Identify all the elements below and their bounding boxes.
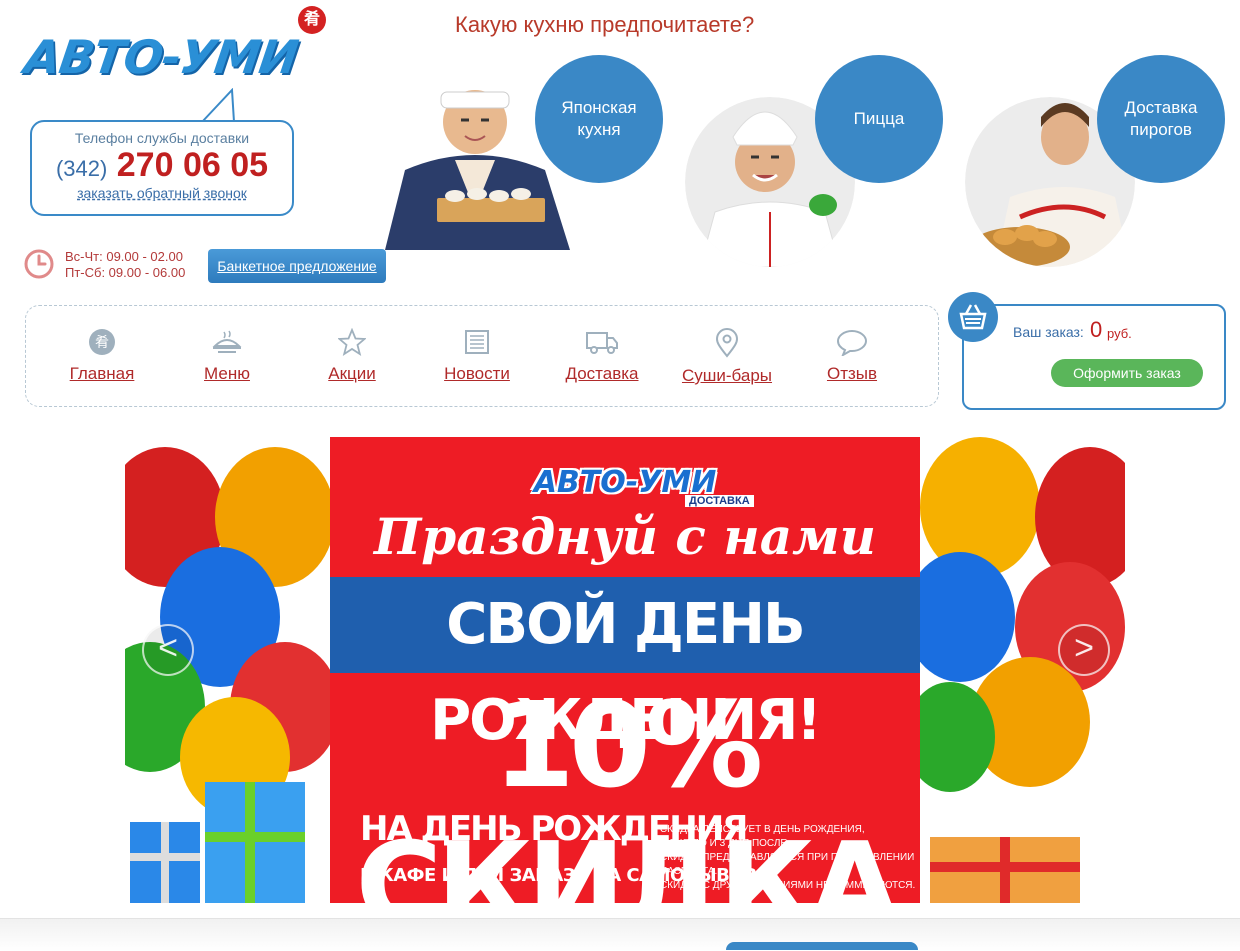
fine-print-line: *СКИДКА ДЕЙСТВУЕТ В ДЕНЬ РОЖДЕНИЯ, xyxy=(656,824,865,835)
checkout-button[interactable]: Оформить заказ xyxy=(1051,359,1203,387)
fine-print-line: 3 ДНЯ ДО И 3 ДНЯ ПОСЛЕ. xyxy=(660,838,790,849)
nav-item-news[interactable]: Новости xyxy=(417,328,537,384)
banner-headline: СВОЙ ДЕНЬ РОЖДЕНИЯ! xyxy=(330,577,920,753)
nav-label: Новости xyxy=(444,364,510,383)
nav-label: Акции xyxy=(328,364,376,383)
logo-icon: 肴 xyxy=(89,329,115,355)
clock-icon xyxy=(24,249,54,279)
slider-next-button[interactable]: > xyxy=(1058,624,1110,676)
order-label: Ваш заказ: xyxy=(1013,324,1084,340)
banner-logo-sub: ДОСТАВКА xyxy=(685,495,754,507)
basket-icon[interactable] xyxy=(948,292,998,342)
nav-item-menu[interactable]: Меню xyxy=(167,328,287,384)
nav-label: Меню xyxy=(204,364,250,383)
fine-print-line: СКИДКА ПРЕДОСТАВЛЯЕТСЯ ПРИ ПРЕДЪЯВЛЕНИИ … xyxy=(660,852,915,877)
phone-digits: 270 06 05 xyxy=(116,146,269,184)
banner-red-panel: АВТО-УМИ ДОСТАВКА Празднуй с нами СВОЙ Д… xyxy=(330,437,920,903)
promo-banner[interactable]: АВТО-УМИ ДОСТАВКА Празднуй с нами СВОЙ Д… xyxy=(125,437,1125,903)
banquet-button[interactable]: Банкетное предложение xyxy=(208,249,386,283)
truck-icon xyxy=(586,332,618,354)
nav-item-delivery[interactable]: Доставка xyxy=(542,328,662,384)
phone-box: Телефон службы доставки (342) 270 06 05 … xyxy=(30,120,294,216)
dish-icon xyxy=(212,330,242,353)
working-hours: Вс-Чт: 09.00 - 02.00 Пт-Сб: 09.00 - 06.0… xyxy=(65,249,185,281)
logo-badge-icon: 肴 xyxy=(298,6,326,34)
banner-script-line: Празднуй с нами xyxy=(374,507,876,566)
phone-label: Телефон службы доставки xyxy=(74,130,250,146)
newspaper-icon xyxy=(465,330,489,354)
phone-box-tail xyxy=(200,88,240,124)
footer-tab[interactable] xyxy=(726,942,918,950)
cuisine-title: Какую кухню предпочитаете? xyxy=(455,12,755,37)
cuisine-pizza-bubble[interactable]: Пицца xyxy=(815,55,943,183)
order-amount: 0 xyxy=(1090,317,1103,342)
nav-label: Суши-бары xyxy=(681,366,773,385)
content-divider xyxy=(0,918,1240,951)
nav-label: Отзыв xyxy=(826,364,878,383)
star-icon xyxy=(338,328,366,356)
slider-prev-button[interactable]: < xyxy=(142,624,194,676)
callback-link[interactable]: заказать обратный звонок xyxy=(32,185,292,201)
nav-item-promotions[interactable]: Акции xyxy=(292,328,412,384)
speech-bubble-icon xyxy=(836,329,868,356)
main-navigation: 肴 Главная Меню Акции Новости Доставка Су… xyxy=(25,305,939,407)
fine-print-line: СКИДКИ С ДРУГИМИ АКЦИЯМИ НЕ СУММИРУЮТСЯ. xyxy=(660,880,916,891)
cuisine-pies-label: Доставка пирогов xyxy=(1124,98,1198,139)
location-pin-icon xyxy=(715,328,739,358)
nav-item-review[interactable]: Отзыв xyxy=(792,328,912,384)
cuisine-pies-bubble[interactable]: Доставка пирогов xyxy=(1097,55,1225,183)
svg-text:肴: 肴 xyxy=(95,335,109,351)
phone-number[interactable]: (342) 270 06 05 xyxy=(32,146,292,185)
cuisine-japanese-bubble[interactable]: Японская кухня xyxy=(535,55,663,183)
site-logo[interactable]: АВТО-УМИ xyxy=(21,30,301,84)
nav-label: Доставка xyxy=(565,364,639,383)
hours-weekend: Пт-Сб: 09.00 - 06.00 xyxy=(65,265,186,280)
nav-item-sushi-bars[interactable]: Суши-бары xyxy=(667,328,787,386)
banner-logo: АВТО-УМИ xyxy=(533,465,717,500)
cuisine-japanese-label: Японская кухня xyxy=(561,98,637,139)
cuisine-pizza-label: Пицца xyxy=(853,109,905,128)
nav-label: Главная xyxy=(69,364,135,383)
banner-fine-print: *СКИДКА ДЕЙСТВУЕТ В ДЕНЬ РОЖДЕНИЯ, 3 ДНЯ… xyxy=(656,823,920,893)
phone-code: (342) xyxy=(55,156,108,181)
nav-item-home[interactable]: 肴 Главная xyxy=(42,328,162,384)
order-currency: руб. xyxy=(1107,326,1132,341)
hours-weekdays: Вс-Чт: 09.00 - 02.00 xyxy=(65,249,183,264)
